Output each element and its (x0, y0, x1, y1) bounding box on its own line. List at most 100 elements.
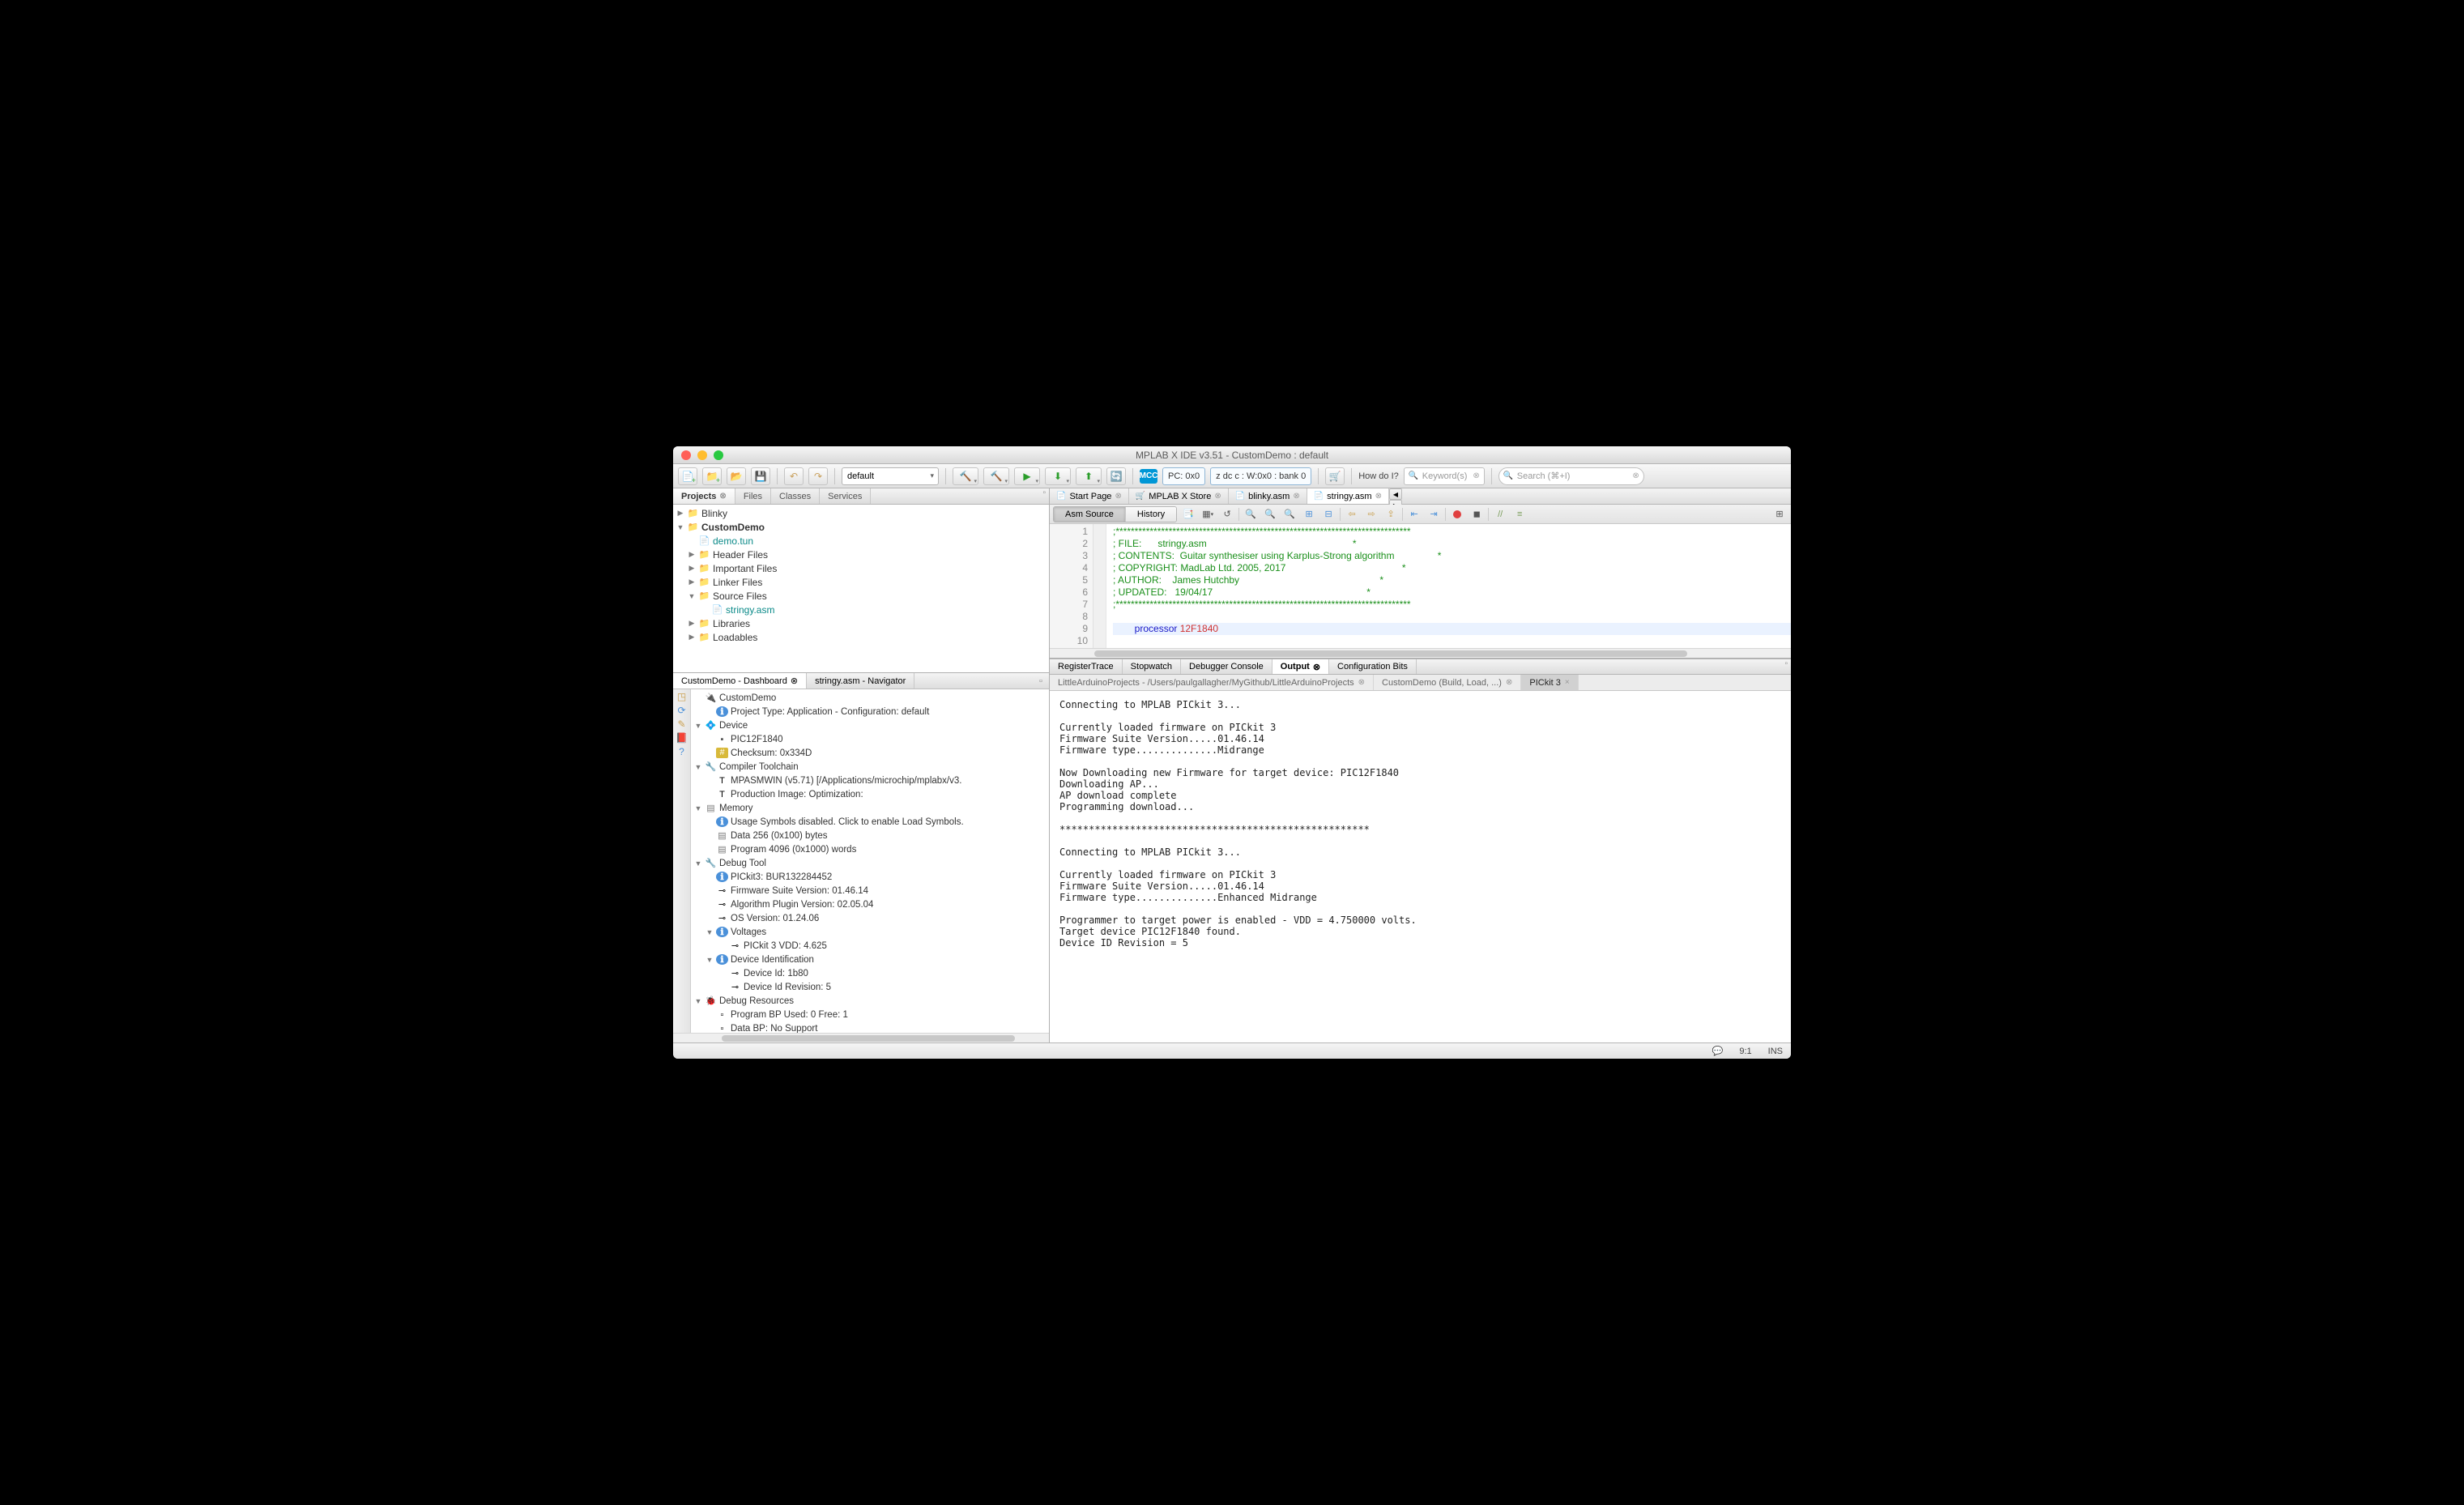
minimize-icon[interactable]: ▫ (1038, 676, 1049, 686)
macro-stop-button[interactable]: ◼ (1469, 507, 1485, 522)
tab-services[interactable]: Services (820, 488, 871, 504)
folder-node[interactable]: ▼📁CustomDemo (673, 520, 1049, 534)
dash-node[interactable]: ⊸Device Id: 1b80 (691, 966, 1049, 980)
bottom-tab[interactable]: Stopwatch (1123, 659, 1181, 674)
dash-node[interactable]: ⊸Algorithm Plugin Version: 02.05.04 (691, 897, 1049, 911)
nav-back-button[interactable]: ⇦ (1344, 507, 1360, 522)
dash-node[interactable]: ℹProject Type: Application - Configurati… (691, 705, 1049, 718)
dash-node[interactable]: ▫Data BP: No Support (691, 1021, 1049, 1033)
close-icon[interactable]: ⊗ (1375, 492, 1382, 501)
dash-node[interactable]: 🔌CustomDemo (691, 691, 1049, 705)
twisty-icon[interactable]: ▼ (688, 592, 696, 600)
close-icon[interactable]: ⊗ (791, 676, 798, 686)
dash-node[interactable]: ⊸OS Version: 01.24.06 (691, 911, 1049, 925)
twisty-icon[interactable]: ▶ (688, 619, 696, 628)
folder-node[interactable]: ▶📁Loadables (673, 630, 1049, 644)
prev-bookmark-button[interactable]: ⊟ (1320, 507, 1336, 522)
global-search[interactable]: Search (⌘+I)⊗ (1498, 467, 1644, 485)
tab-navigator[interactable]: stringy.asm - Navigator (807, 673, 914, 689)
notifications-icon[interactable]: 💬 (1712, 1046, 1724, 1056)
dash-node[interactable]: ▤Program 4096 (0x1000) words (691, 842, 1049, 856)
bottom-tab[interactable]: Output⊗ (1272, 659, 1329, 674)
output-tab[interactable]: PICkit 3× (1521, 675, 1578, 690)
dash-node[interactable]: ⊸Device Id Revision: 5 (691, 980, 1049, 994)
dash-node[interactable]: ▫Program BP Used: 0 Free: 1 (691, 1008, 1049, 1021)
editor-btn[interactable]: 📑 (1180, 507, 1196, 522)
run-button[interactable]: ▶▾ (1014, 467, 1040, 485)
dash-node[interactable]: ▪PIC12F1840 (691, 732, 1049, 746)
undo-button[interactable]: ↶ (784, 467, 804, 485)
dash-node[interactable]: ▼🔧Compiler Toolchain (691, 760, 1049, 774)
redo-button[interactable]: ↷ (808, 467, 828, 485)
dash-node[interactable]: #Checksum: 0x334D (691, 746, 1049, 760)
dash-node[interactable]: ▤Data 256 (0x100) bytes (691, 829, 1049, 842)
tab-dashboard[interactable]: CustomDemo - Dashboard⊗ (673, 673, 807, 689)
new-file-button[interactable]: 📄+ (678, 467, 697, 485)
minimize-window-button[interactable] (697, 450, 707, 460)
tab-classes[interactable]: Classes (771, 488, 820, 504)
insert-mode[interactable]: INS (1768, 1047, 1783, 1056)
bottom-tab[interactable]: Debugger Console (1181, 659, 1272, 674)
nav-last-button[interactable]: ⇪ (1383, 507, 1399, 522)
twisty-icon[interactable]: ▼ (694, 763, 702, 771)
upload-button[interactable]: ⬆▾ (1076, 467, 1102, 485)
dash-node[interactable]: ▼💠Device (691, 718, 1049, 732)
register-indicator[interactable]: z dc c : W:0x0 : bank 0 (1210, 467, 1311, 485)
bottom-tab[interactable]: RegisterTrace (1050, 659, 1123, 674)
twisty-icon[interactable]: ▶ (676, 509, 684, 518)
comment-button[interactable]: // (1492, 507, 1508, 522)
zoom-window-button[interactable] (714, 450, 723, 460)
folder-node[interactable]: ▶📁Libraries (673, 616, 1049, 630)
history-button[interactable]: History (1126, 507, 1176, 522)
editor-tab[interactable]: 📄stringy.asm⊗ (1307, 488, 1389, 504)
folder-node[interactable]: ▶📁Header Files (673, 548, 1049, 561)
twisty-icon[interactable]: ▼ (694, 722, 702, 730)
nav-prev-button[interactable]: ◀ (1389, 488, 1402, 500)
output-tab[interactable]: CustomDemo (Build, Load, ...)⊗ (1374, 675, 1521, 690)
folder-node[interactable]: ▶📁Important Files (673, 561, 1049, 575)
dash-btn-2[interactable]: ⟳ (677, 705, 685, 716)
nav-fwd-button[interactable]: ⇨ (1363, 507, 1379, 522)
close-window-button[interactable] (681, 450, 691, 460)
close-icon[interactable]: ⊗ (1115, 492, 1121, 501)
editor-tab[interactable]: 📄Start Page⊗ (1050, 488, 1129, 504)
editor-btn[interactable]: ↺ (1219, 507, 1235, 522)
dash-btn-1[interactable]: ◳ (677, 691, 686, 702)
dash-node[interactable]: TMPASMWIN (v5.71) [/Applications/microch… (691, 774, 1049, 787)
dash-node[interactable]: ⊸Firmware Suite Version: 01.46.14 (691, 884, 1049, 897)
toggle-hl-button[interactable]: ⊞ (1301, 507, 1317, 522)
output-tab[interactable]: LittleArduinoProjects - /Users/paulgalla… (1050, 675, 1374, 690)
dash-node[interactable]: ▼ℹVoltages (691, 925, 1049, 939)
shift-right-button[interactable]: ⇥ (1426, 507, 1442, 522)
minimize-icon[interactable]: ▫ (1784, 659, 1791, 674)
download-button[interactable]: ⬇▾ (1045, 467, 1071, 485)
clear-icon[interactable]: ⊗ (1473, 471, 1479, 480)
dash-btn-4[interactable]: 📕 (676, 732, 688, 744)
dash-btn-3[interactable]: ✎ (677, 718, 685, 730)
twisty-icon[interactable]: ▶ (688, 564, 696, 573)
asm-source-button[interactable]: Asm Source (1054, 507, 1126, 522)
scroll-thumb[interactable] (722, 1035, 1015, 1042)
code-editor[interactable]: 1234567891011 ;*************************… (1050, 524, 1791, 648)
dash-node[interactable]: ▼ℹDevice Identification (691, 953, 1049, 966)
folder-node[interactable]: ▼📁Source Files (673, 589, 1049, 603)
mcc-icon[interactable]: MCC (1140, 469, 1157, 484)
find-sel-button[interactable]: 🔍 (1281, 507, 1298, 522)
dashboard-tree[interactable]: 🔌CustomDemoℹProject Type: Application - … (691, 689, 1049, 1033)
new-project-button[interactable]: 📁+ (702, 467, 722, 485)
shop-button[interactable]: 🛒 (1325, 467, 1345, 485)
folder-node[interactable]: ▶📁Blinky (673, 506, 1049, 520)
dash-node[interactable]: ℹPICkit3: BUR132284452 (691, 870, 1049, 884)
config-combo[interactable]: default (842, 467, 939, 485)
clear-icon[interactable]: ⊗ (1632, 471, 1639, 480)
uncomment-button[interactable]: ≡ (1511, 507, 1528, 522)
close-icon[interactable]: ⊗ (1293, 492, 1299, 501)
folder-node[interactable]: ▶📁Linker Files (673, 575, 1049, 589)
h-scrollbar[interactable] (673, 1033, 1049, 1042)
scroll-thumb[interactable] (1094, 650, 1687, 657)
dash-node[interactable]: ▼🐞Debug Resources (691, 994, 1049, 1008)
twisty-icon[interactable]: ▼ (694, 859, 702, 868)
clean-build-button[interactable]: 🔨▾ (983, 467, 1009, 485)
twisty-icon[interactable]: ▼ (706, 928, 714, 936)
editor-btn[interactable]: ▦▾ (1200, 507, 1216, 522)
